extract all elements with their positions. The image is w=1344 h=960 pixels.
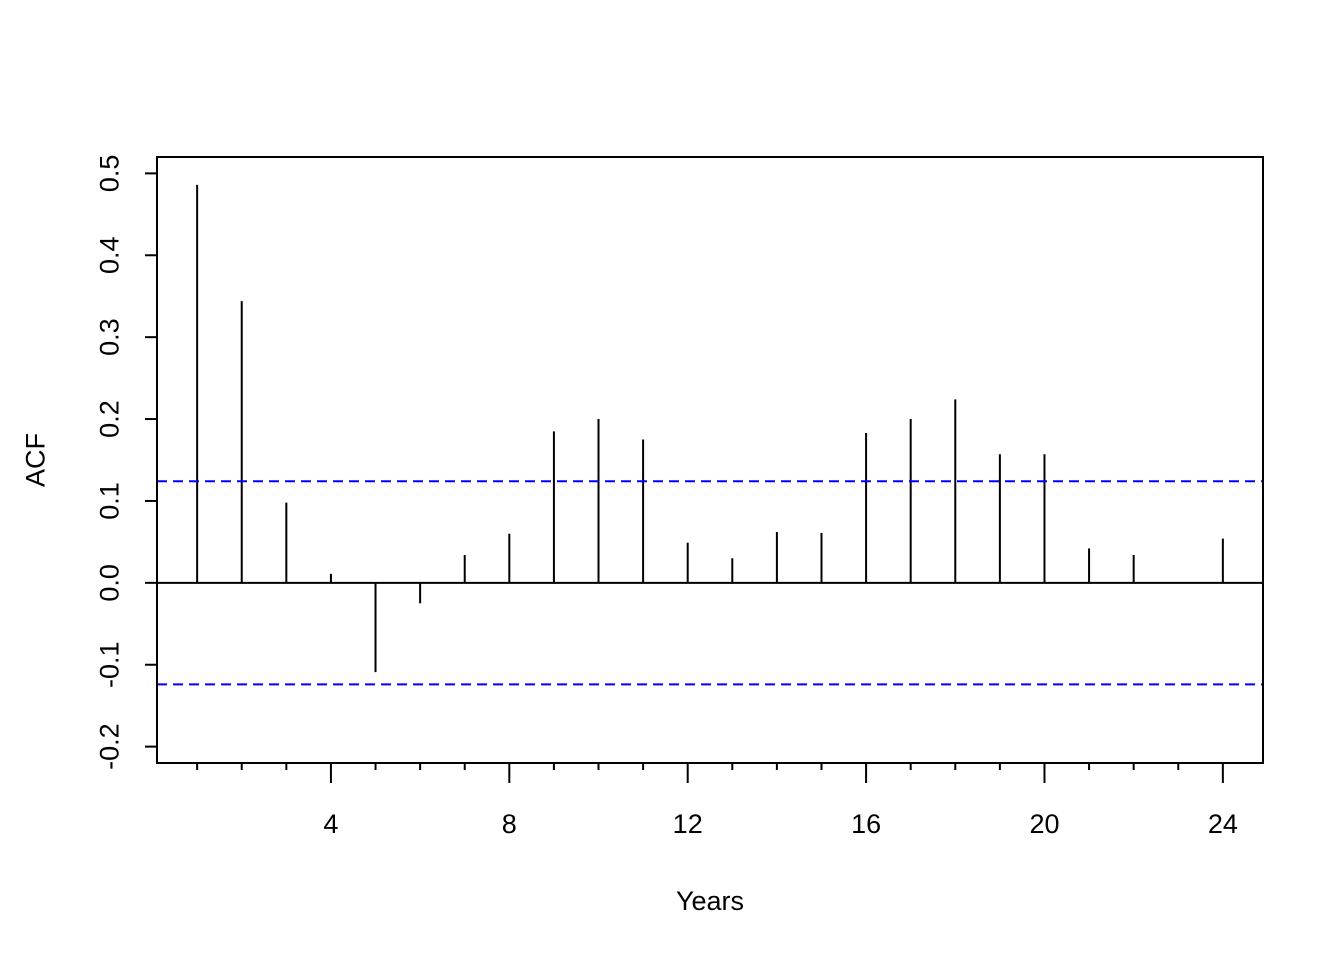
y-tick-label: 0.3	[94, 318, 124, 356]
y-tick-label: 0.2	[94, 400, 124, 438]
x-axis: 4 8 12 16 20 24	[196, 763, 1238, 839]
y-axis: -0.2 -0.1 0.0 0.1 0.2 0.3 0.4 0.5	[94, 155, 157, 770]
x-tick-label: 4	[323, 809, 338, 839]
x-tick-label: 24	[1208, 809, 1238, 839]
y-tick-label: -0.1	[94, 641, 124, 688]
plot-frame	[156, 156, 1264, 764]
y-tick-label: 0.0	[94, 564, 124, 602]
x-tick-label: 16	[851, 809, 881, 839]
acf-spikes	[196, 184, 1224, 673]
y-tick-label: 0.5	[94, 155, 124, 193]
y-tick-label: -0.2	[94, 723, 124, 770]
x-axis-title: Years	[676, 886, 744, 916]
y-axis-title: ACF	[20, 433, 50, 487]
x-tick-label: 20	[1029, 809, 1059, 839]
x-tick-label: 8	[502, 809, 517, 839]
y-tick-label: 0.4	[94, 236, 124, 274]
acf-chart: -0.2 -0.1 0.0 0.1 0.2 0.3 0.4 0.5 4 8 12 16 20 24 Ye…	[20, 155, 1264, 916]
y-tick-label: 0.1	[94, 482, 124, 520]
x-tick-label: 12	[673, 809, 703, 839]
